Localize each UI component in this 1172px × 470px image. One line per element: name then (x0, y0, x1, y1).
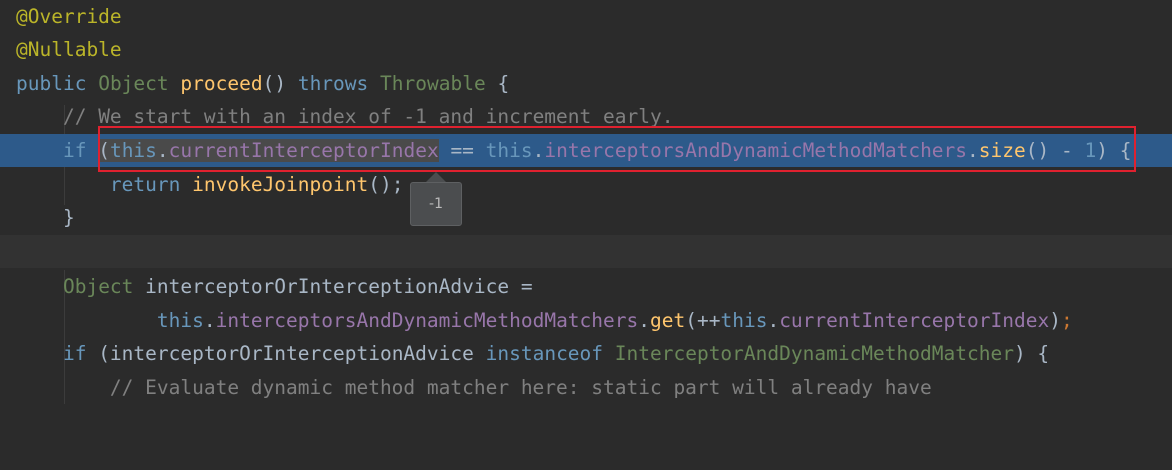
keyword-if: if (62, 139, 87, 162)
type-object: Object (62, 275, 134, 298)
keyword-instanceof: instanceof (485, 342, 604, 365)
code-line-11: if (interceptorOrInterceptionAdvice inst… (0, 337, 1172, 370)
open-increment: (++ (685, 309, 721, 332)
value-tooltip: -1 (410, 182, 462, 226)
annotation-override: @Override (16, 5, 122, 28)
dot: . (203, 309, 216, 332)
call-end: (); (368, 173, 404, 196)
keyword-this: this (156, 309, 204, 332)
comment-evaluate: // Evaluate dynamic method matcher here:… (109, 376, 932, 399)
condition-start: (interceptorOrInterceptionAdvice (86, 342, 486, 365)
annotation-nullable: @Nullable (16, 38, 122, 61)
method-invoke-joinpoint: invokeJoinpoint (192, 173, 369, 196)
method-get: get (650, 309, 686, 332)
highlight-box (98, 126, 1136, 172)
operator-assign: = (520, 275, 533, 298)
code-line-9: Object interceptorOrInterceptionAdvice = (0, 270, 1172, 303)
code-editor[interactable]: @Override @Nullable public Object procee… (0, 0, 1172, 404)
semicolon: ; (1060, 309, 1073, 332)
dot: . (638, 309, 650, 332)
code-line-10: this.interceptorsAndDynamicMethodMatcher… (0, 304, 1172, 337)
code-line-12: // Evaluate dynamic method matcher here:… (0, 371, 1172, 404)
open-brace: { (497, 72, 510, 95)
code-line-8-caret (0, 235, 1172, 268)
close-brace: } (62, 206, 75, 229)
close-paren: ) (1049, 309, 1061, 332)
method-proceed: proceed (180, 72, 263, 95)
type-matcher: InterceptorAndDynamicMethodMatcher (603, 342, 1014, 365)
tooltip-arrow (426, 172, 446, 182)
tooltip-value: -1 (429, 196, 443, 212)
code-line-2: @Nullable (0, 33, 1172, 66)
field-current-interceptor-index: currentInterceptorIndex (779, 309, 1050, 332)
keyword-throws: throws (297, 72, 369, 95)
condition-end: ) { (1013, 342, 1050, 365)
dot: . (767, 309, 780, 332)
parens: () (262, 72, 287, 95)
type-throwable: Throwable (380, 72, 486, 95)
code-line-7: } (0, 201, 1172, 234)
field-interceptors-matchers: interceptorsAndDynamicMethodMatchers (215, 309, 639, 332)
keyword-public: public (16, 72, 87, 95)
code-line-6: return invokeJoinpoint(); (0, 168, 1172, 201)
type-object: Object (98, 72, 169, 95)
comment-start-index: // We start with an index of -1 and incr… (62, 105, 674, 128)
code-line-1: @Override (0, 0, 1172, 33)
variable-advice: interceptorOrInterceptionAdvice (133, 275, 521, 298)
keyword-if: if (62, 342, 87, 365)
keyword-return: return (109, 173, 181, 196)
code-line-3: public Object proceed() throws Throwable… (0, 67, 1172, 100)
keyword-this: this (720, 309, 768, 332)
